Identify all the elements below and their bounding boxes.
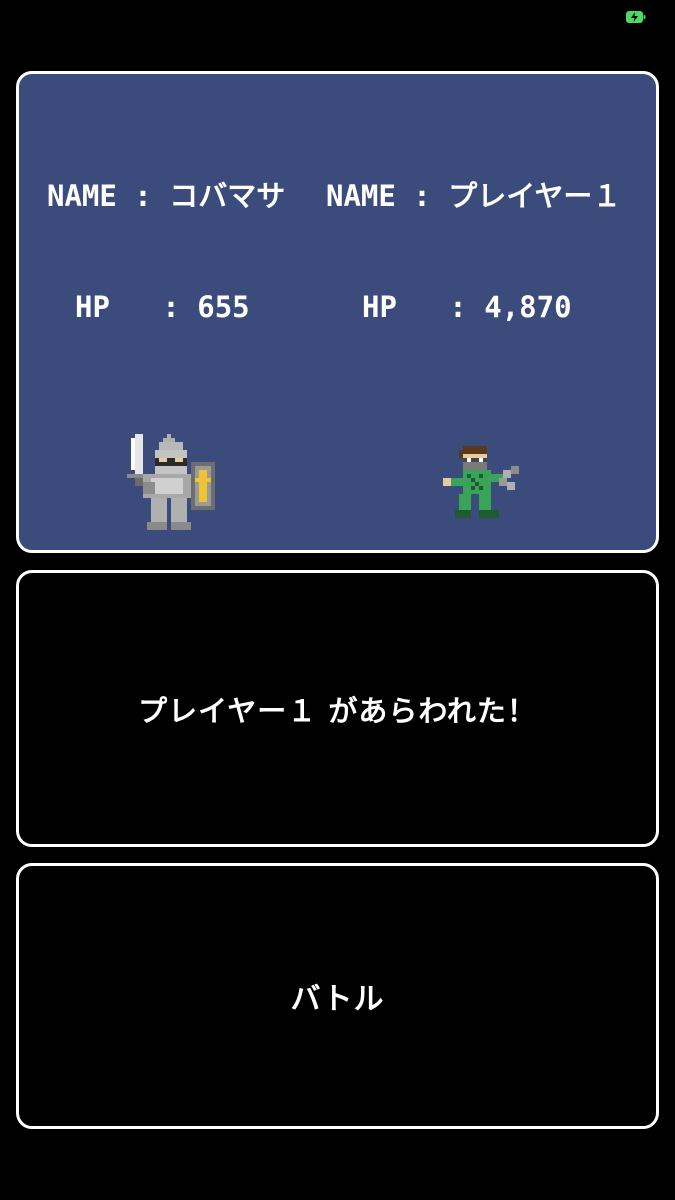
message-panel: プレイヤー１ があらわれた！ xyxy=(16,570,659,847)
knight-sprite xyxy=(127,434,215,530)
enemy-name-sep: : xyxy=(395,179,449,213)
ninja-sprite xyxy=(443,446,519,518)
message-text: プレイヤー１ があらわれた！ xyxy=(138,693,537,728)
battle-command-label: バトル xyxy=(290,982,385,1017)
player-hp-sep: : xyxy=(109,290,198,324)
enemy-stats: NAME : プレイヤー１ HP : 4,870 xyxy=(326,104,621,400)
enemy-hp-sep: : xyxy=(396,290,485,324)
player-name-sep: : xyxy=(116,179,170,213)
player-name-key: NAME xyxy=(47,179,117,213)
player-stats: NAME : コバマサ HP : 655 xyxy=(47,104,285,400)
enemy-hp-row: HP : 4,870 xyxy=(326,289,621,326)
player-hp: 655 xyxy=(197,290,250,324)
stats-area: NAME : コバマサ HP : 655 NAME : プレイヤー１ HP : … xyxy=(19,104,656,324)
enemy-name-key: NAME xyxy=(326,179,396,213)
battery-charging-icon xyxy=(626,11,646,23)
battle-panel: NAME : コバマサ HP : 655 NAME : プレイヤー１ HP : … xyxy=(16,71,659,553)
enemy-hp: 4,870 xyxy=(484,290,572,324)
status-bar xyxy=(0,0,675,34)
player-hp-row: HP : 655 xyxy=(47,289,285,326)
player-name: コバマサ xyxy=(169,179,286,213)
battle-command-button[interactable]: バトル xyxy=(16,863,659,1129)
enemy-name-row: NAME : プレイヤー１ xyxy=(326,178,621,215)
player-hp-key: HP xyxy=(75,290,110,324)
player-name-row: NAME : コバマサ xyxy=(47,178,285,215)
enemy-name: プレイヤー１ xyxy=(448,179,622,213)
enemy-hp-key: HP xyxy=(362,290,397,324)
